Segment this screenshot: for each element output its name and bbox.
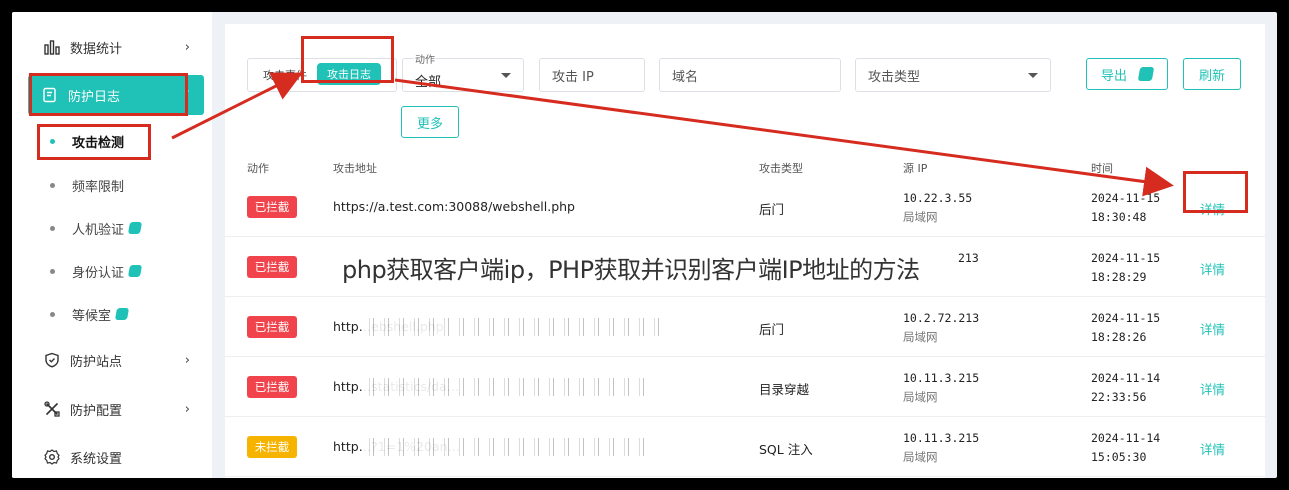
bullet-icon <box>50 225 55 231</box>
status-badge: 已拦截 <box>247 316 297 338</box>
dropdown-arrow-icon <box>1028 73 1038 78</box>
sidebar-item-stats[interactable]: 数据统计 › <box>12 27 204 67</box>
sidebar-subitem-label: 人机验证 <box>72 222 125 238</box>
status-badge: 已拦截 <box>247 196 297 218</box>
sidebar-item-label: 数据统计 <box>70 41 123 57</box>
redacted-region <box>363 378 653 396</box>
pro-badge-icon <box>1137 67 1155 81</box>
chevron-right-icon: › <box>184 352 190 368</box>
sidebar-item-sites[interactable]: 防护站点 › <box>12 340 204 380</box>
event-time: 15:05:30 <box>1091 450 1147 464</box>
tools-icon <box>44 401 60 417</box>
shield-icon <box>44 352 60 368</box>
pro-badge-icon <box>127 265 143 277</box>
column-header-source-ip: 源 IP <box>903 162 928 175</box>
event-date: 2024-11-15 <box>1091 251 1161 265</box>
gear-icon <box>44 449 60 465</box>
sidebar-subitem-label: 等候室 <box>72 308 112 324</box>
sidebar-subitem-label: 频率限制 <box>72 179 125 195</box>
redacted-region <box>363 438 653 456</box>
sidebar-subitem-label: 身份认证 <box>72 265 125 281</box>
bullet-icon <box>50 182 55 188</box>
attack-type: 后门 <box>759 322 785 337</box>
status-badge: 已拦截 <box>247 256 297 278</box>
attack-type-placeholder: 攻击类型 <box>868 69 921 85</box>
action-select-value: 全部 <box>415 74 442 90</box>
export-button[interactable]: 导出 <box>1086 58 1168 90</box>
table-row[interactable]: 未拦截 http…?1=1%20an… SQL 注入 10.11.3.215 局… <box>225 417 1265 477</box>
attack-url: https://a.test.com:30088/webshell.php <box>333 199 575 214</box>
column-header-time: 时间 <box>1091 162 1113 175</box>
more-button[interactable]: 更多 <box>401 106 459 138</box>
export-label: 导出 <box>1100 68 1127 84</box>
source-ip: 213 <box>958 251 979 265</box>
table-row[interactable]: 已拦截 http…ebshell.php 后门 10.2.72.213 局域网 … <box>225 297 1265 357</box>
screenshot-frame: 数据统计 › 防护日志 ˄ 攻击检测 频率限制 人机验证 身份认证 等候室 防护… <box>12 12 1277 478</box>
pro-badge-icon <box>127 222 143 234</box>
sidebar-item-settings[interactable]: 系统设置 <box>12 437 204 477</box>
event-date: 2024-11-15 <box>1091 191 1161 205</box>
bullet-icon <box>50 268 55 274</box>
annotation-box <box>29 73 188 116</box>
domain-input[interactable]: 域名 <box>659 58 841 92</box>
event-date: 2024-11-14 <box>1091 431 1161 445</box>
sidebar-subitem-captcha[interactable]: 人机验证 <box>12 212 143 244</box>
annotation-box <box>301 36 394 83</box>
dropdown-arrow-icon <box>501 73 511 78</box>
event-time: 22:33:56 <box>1091 390 1147 404</box>
refresh-button[interactable]: 刷新 <box>1183 58 1241 90</box>
watermark-title: php获取客户端ip，PHP获取并识别客户端IP地址的方法 <box>342 256 920 284</box>
status-badge: 已拦截 <box>247 376 297 398</box>
chevron-right-icon: › <box>184 401 190 417</box>
status-badge: 未拦截 <box>247 436 297 458</box>
table-header: 动作 攻击地址 攻击类型 源 IP 时间 <box>225 157 1265 177</box>
sidebar-subitem-waiting-room[interactable]: 等候室 <box>12 298 130 330</box>
event-date: 2024-11-14 <box>1091 371 1161 385</box>
attack-type: 后门 <box>759 202 785 217</box>
network-type: 局域网 <box>903 450 938 464</box>
chevron-right-icon: › <box>184 39 190 55</box>
sidebar-subitem-auth[interactable]: 身份认证 <box>12 255 143 287</box>
event-time: 18:28:29 <box>1091 270 1147 284</box>
bar-chart-icon <box>44 39 60 55</box>
bullet-icon <box>50 311 55 317</box>
detail-link[interactable]: 详情 <box>1200 259 1225 278</box>
detail-link[interactable]: 详情 <box>1200 379 1225 398</box>
attack-ip-placeholder: 攻击 IP <box>552 69 594 85</box>
redacted-region <box>363 318 663 336</box>
pro-badge-icon <box>114 308 130 320</box>
source-ip: 10.11.3.215 <box>903 431 980 445</box>
annotation-box <box>37 124 151 160</box>
source-ip: 10.22.3.55 <box>903 191 973 205</box>
event-time: 18:28:26 <box>1091 330 1147 344</box>
source-ip: 10.2.72.213 <box>903 311 980 325</box>
table-row[interactable]: 已拦截 http…statistics/da… 目录穿越 10.11.3.215… <box>225 357 1265 417</box>
table-row[interactable]: 已拦截 https://a.test.com:30088/webshell.ph… <box>225 177 1265 237</box>
attack-ip-input[interactable]: 攻击 IP <box>539 58 645 92</box>
event-time: 18:30:48 <box>1091 210 1147 224</box>
sidebar-item-label: 系统设置 <box>70 451 123 467</box>
event-date: 2024-11-15 <box>1091 311 1161 325</box>
network-type: 局域网 <box>903 330 938 344</box>
column-header-url: 攻击地址 <box>333 162 377 175</box>
network-type: 局域网 <box>903 390 938 404</box>
source-ip: 10.11.3.215 <box>903 371 980 385</box>
domain-placeholder: 域名 <box>672 69 699 85</box>
network-type: 局域网 <box>903 210 938 224</box>
attack-type: 目录穿越 <box>759 382 810 397</box>
attack-type: SQL 注入 <box>759 442 813 457</box>
sidebar-item-label: 防护站点 <box>70 354 123 370</box>
column-header-type: 攻击类型 <box>759 162 803 175</box>
sidebar-subitem-rate-limit[interactable]: 频率限制 <box>12 169 124 201</box>
detail-link[interactable]: 详情 <box>1200 439 1225 458</box>
attack-type-select[interactable]: 攻击类型 <box>855 58 1051 92</box>
sidebar-item-label: 防护配置 <box>70 403 123 419</box>
annotation-box <box>1183 171 1248 213</box>
sidebar-item-config[interactable]: 防护配置 › <box>12 389 204 429</box>
action-select-label: 动作 <box>414 51 436 66</box>
column-header-action: 动作 <box>247 162 269 175</box>
detail-link[interactable]: 详情 <box>1200 319 1225 338</box>
